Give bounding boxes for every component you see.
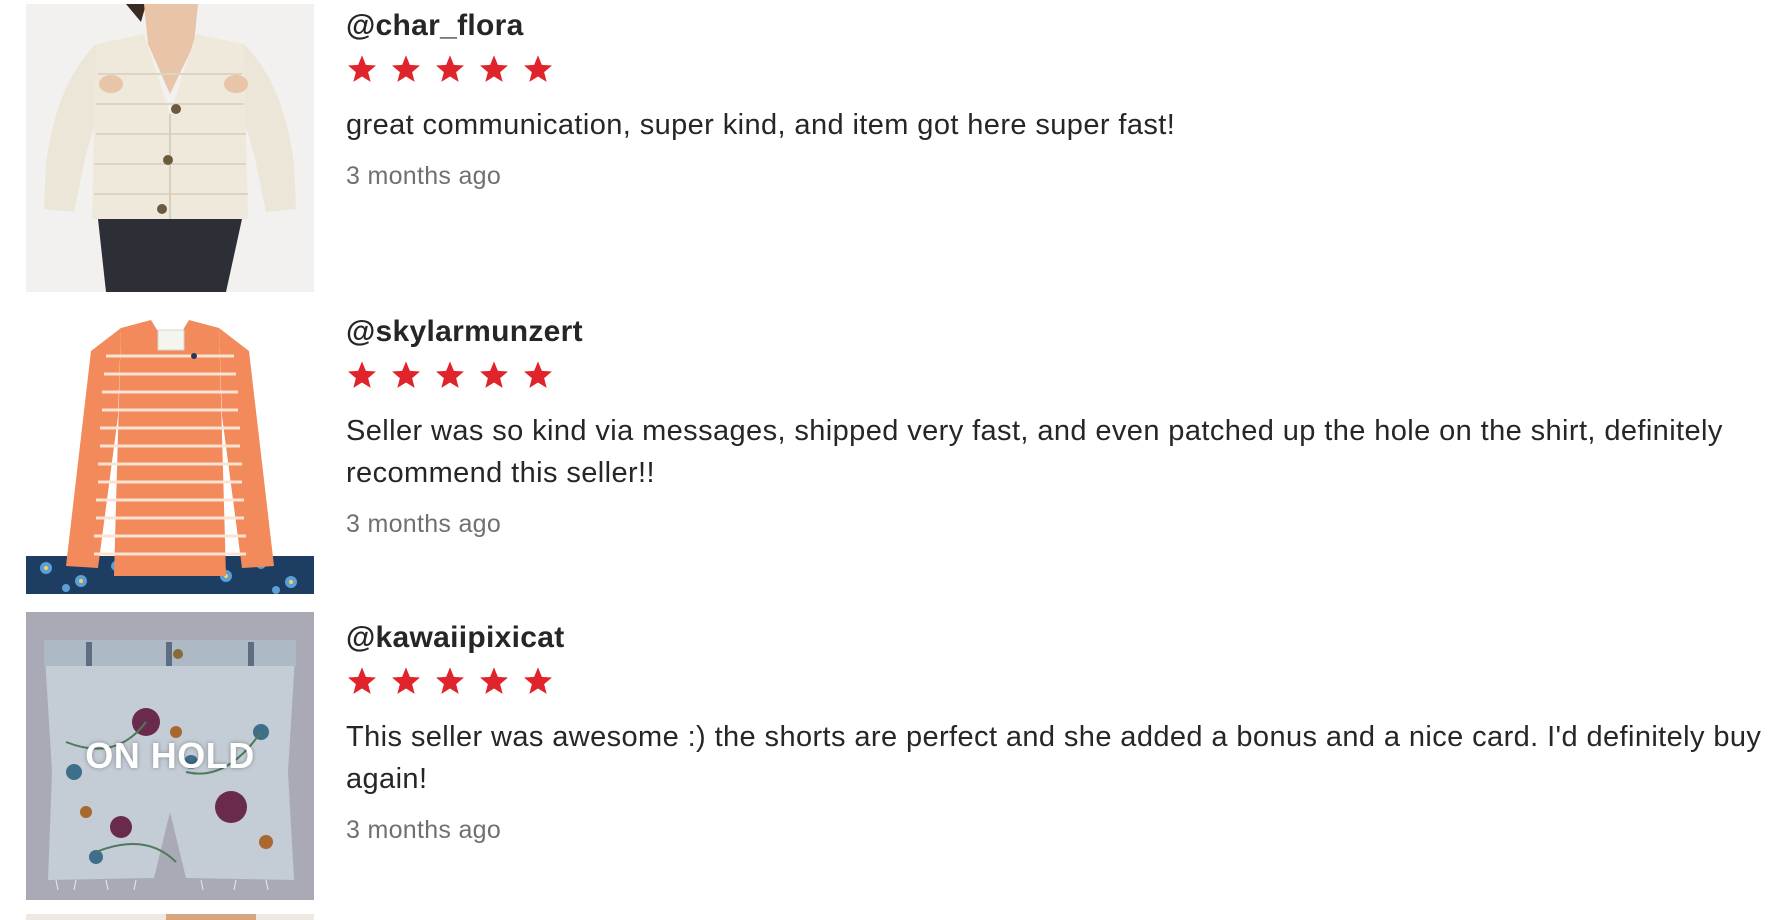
review-date: 3 months ago <box>346 510 502 538</box>
item-thumbnail[interactable] <box>26 4 314 292</box>
star-icon <box>522 359 554 391</box>
reviewer-username[interactable]: @kawaiipixicat <box>346 620 565 656</box>
item-thumbnail[interactable]: ON HOLD <box>26 612 314 900</box>
star-icon <box>522 53 554 85</box>
star-icon <box>390 359 422 391</box>
review-item: ON HOLD @kawaiipixicat This seller was a… <box>0 612 1792 902</box>
review-body: @skylarmunzert Seller was so kind via me… <box>346 314 1776 540</box>
star-rating <box>346 358 1776 392</box>
star-icon <box>346 665 378 697</box>
review-item: @char_flora great communication, super k… <box>0 0 1792 292</box>
review-text: This seller was awesome :) the shorts ar… <box>346 721 1762 795</box>
star-icon <box>522 665 554 697</box>
star-icon <box>390 665 422 697</box>
denim-shorts-image <box>26 612 314 900</box>
reviewer-username[interactable]: @char_flora <box>346 8 524 44</box>
star-icon <box>434 359 466 391</box>
review-item: @skylarmunzert Seller was so kind via me… <box>0 306 1792 596</box>
item-thumbnail-partial[interactable] <box>26 914 314 920</box>
star-icon <box>478 359 510 391</box>
striped-shirt-image <box>26 306 314 594</box>
star-icon <box>346 53 378 85</box>
review-date: 3 months ago <box>346 816 502 844</box>
reviews-list: @char_flora great communication, super k… <box>0 0 1792 920</box>
star-icon <box>434 53 466 85</box>
star-rating <box>346 52 1776 86</box>
item-thumbnail[interactable] <box>26 306 314 594</box>
review-body: @kawaiipixicat This seller was awesome :… <box>346 620 1776 846</box>
review-text: Seller was so kind via messages, shipped… <box>346 415 1723 489</box>
star-rating <box>346 664 1776 698</box>
star-icon <box>478 665 510 697</box>
cardigan-image <box>26 4 314 292</box>
review-body: @char_flora great communication, super k… <box>346 8 1776 192</box>
review-date: 3 months ago <box>346 162 502 190</box>
star-icon <box>346 359 378 391</box>
reviewer-username[interactable]: @skylarmunzert <box>346 314 583 350</box>
star-icon <box>390 53 422 85</box>
star-icon <box>434 665 466 697</box>
thumbnail-edge <box>166 914 256 920</box>
star-icon <box>478 53 510 85</box>
review-text: great communication, super kind, and ite… <box>346 109 1176 141</box>
